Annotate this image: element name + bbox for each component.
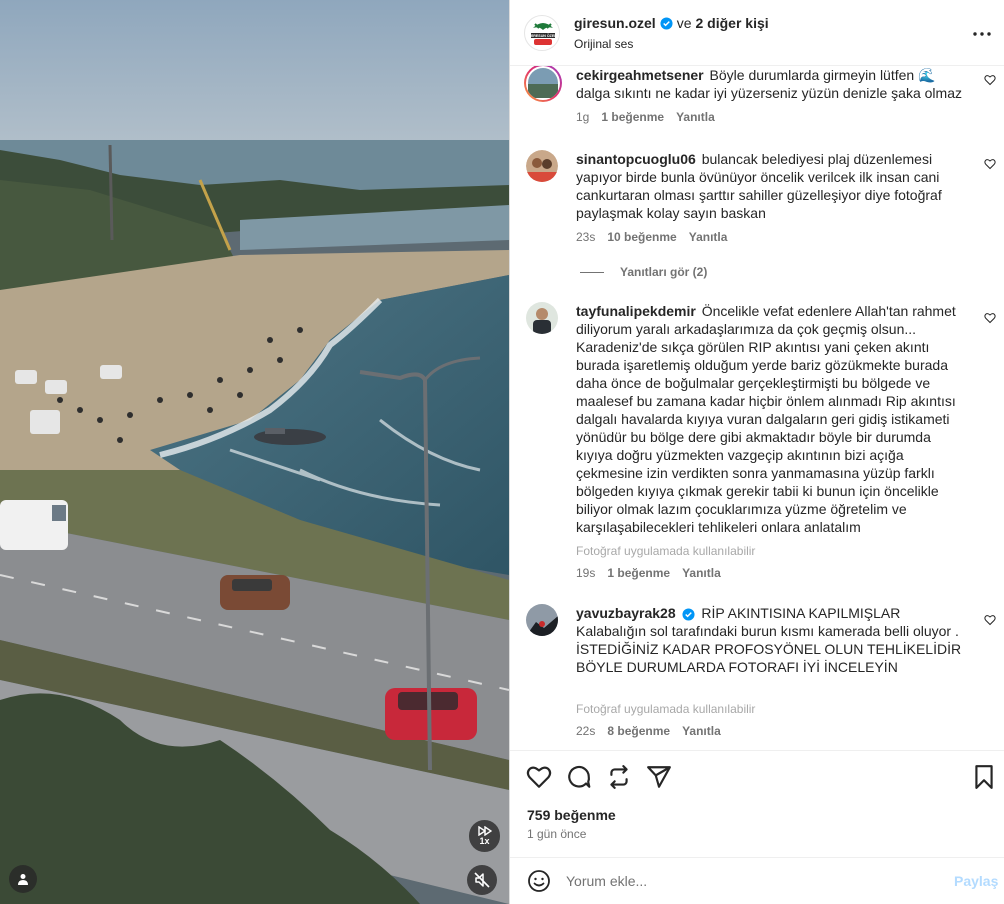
post-media-video[interactable]: 1x [0,0,509,904]
playback-speed-button[interactable]: 1x [469,820,500,852]
comment-text: cekirgeahmetsener Böyle durumlarda girme… [576,66,971,102]
playback-speed-label: 1x [479,836,490,846]
share-paper-plane-icon[interactable] [646,764,672,790]
view-replies-label: Yanıtları gör (2) [620,265,708,279]
post-header: GİRESUN ÖZEL giresun.ozel ve 2 diğer kiş… [510,0,1004,66]
avatar-logo-text: GİRESUN ÖZEL [530,33,558,38]
comment-avatar[interactable] [526,150,558,182]
comment-meta: 19s 1 beğenme Yanıtla [576,566,721,580]
comment-avatar[interactable] [526,604,558,636]
video-frame [0,0,509,904]
save-bookmark-icon[interactable] [971,764,997,790]
comment-username[interactable]: yavuzbayrak28 [576,605,676,621]
comment-time: 1g [576,110,590,124]
tagged-users-button[interactable] [9,865,37,893]
mute-button[interactable] [467,865,497,895]
comment-text: tayfunalipekdemir Öncelikle vefat edenle… [576,302,971,536]
author-avatar[interactable]: GİRESUN ÖZEL [524,15,560,51]
fast-forward-icon [477,826,492,836]
comment-username[interactable]: sinantopcuoglu06 [576,151,696,167]
like-heart-icon[interactable] [526,764,552,790]
comment-username[interactable]: cekirgeahmetsener [576,67,704,83]
post-side-panel: GİRESUN ÖZEL giresun.ozel ve 2 diğer kiş… [509,0,1004,904]
person-icon [18,874,28,885]
author-username[interactable]: giresun.ozel [574,15,656,31]
view-replies-button[interactable]: Yanıtları gör (2) [580,265,707,279]
verified-badge-icon [660,16,673,30]
comments-list[interactable]: cekirgeahmetsener Böyle durumlarda girme… [510,66,1004,750]
comment-meta: 23s 10 beğenme Yanıtla [576,230,727,244]
post-comment-button[interactable]: Paylaş [954,873,998,889]
comment-time: 22s [576,724,596,738]
view-replies-divider [580,271,604,273]
comment-text: yavuzbayrak28 RİP AKINTISINA KAPILMIŞLAR… [576,604,971,676]
giresun-ozel-logo-icon: GİRESUN ÖZEL [526,17,559,50]
comment-likes[interactable]: 1 beğenme [607,566,670,580]
post-like-count[interactable]: 759 beğenme [527,807,616,823]
more-horizontal-icon [973,32,991,36]
comment-like-heart-icon[interactable] [984,614,996,626]
photo-available-note: Fotoğraf uygulamada kullanılabilir [576,544,756,558]
comment-reply-button[interactable]: Yanıtla [689,230,728,244]
verified-badge-icon [681,608,695,621]
comment-input[interactable] [566,871,926,891]
comment-avatar [526,66,560,100]
comment-time: 23s [576,230,596,244]
add-comment-bar: Paylaş [510,857,1004,904]
comment-username[interactable]: tayfunalipekdemir [576,303,696,319]
comment-reply-button[interactable]: Yanıtla [682,566,721,580]
comment-likes[interactable]: 1 beğenme [601,110,664,124]
comment-avatar[interactable] [526,302,558,334]
comment-reply-button[interactable]: Yanıtla [676,110,715,124]
author-conjunction: ve [676,15,692,31]
comment-avatar-story-ring[interactable] [524,66,562,102]
emoji-icon[interactable] [527,869,551,893]
repost-icon[interactable] [606,764,632,790]
post-timestamp[interactable]: 1 gün önce [527,827,586,841]
post-actions: 759 beğenme 1 gün önce [510,750,1004,860]
comment-bubble-icon[interactable] [566,764,592,790]
comment-reply-button[interactable]: Yanıtla [682,724,721,738]
comment-text: sinantopcuoglu06 bulancak belediyesi pla… [576,150,971,222]
comment-meta: 22s 8 beğenme Yanıtla [576,724,721,738]
author-line: giresun.ozel ve 2 diğer kişi [574,15,769,31]
audio-label[interactable]: Orijinal ses [574,37,633,51]
comment-time: 19s [576,566,596,580]
comment-likes[interactable]: 10 beğenme [607,230,676,244]
comment-content: Öncelikle vefat edenlere Allah'tan rahme… [576,303,956,535]
comment-likes[interactable]: 8 beğenme [607,724,670,738]
comment-like-heart-icon[interactable] [984,312,996,324]
comment-meta: 1g 1 beğenme Yanıtla [576,110,715,124]
photo-available-note: Fotoğraf uygulamada kullanılabilir [576,702,756,716]
comment-like-heart-icon[interactable] [984,158,996,170]
speaker-muted-icon [474,872,490,888]
more-options-button[interactable] [972,24,992,44]
coauthors-link[interactable]: 2 diğer kişi [695,15,768,31]
comment-like-heart-icon[interactable] [984,74,996,86]
